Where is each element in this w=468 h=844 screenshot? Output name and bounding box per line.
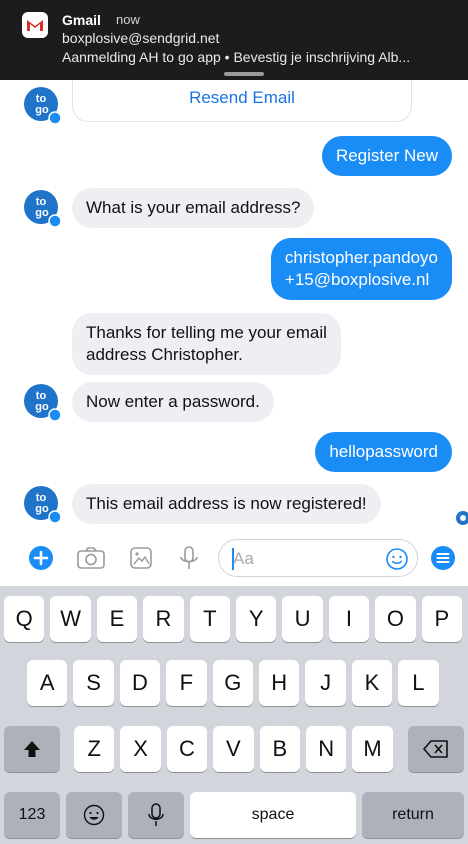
key-m[interactable]: M <box>352 726 393 772</box>
key-d[interactable]: D <box>119 660 161 706</box>
bot-avatar: to go <box>24 486 62 524</box>
key-e[interactable]: E <box>96 596 138 642</box>
key-l[interactable]: L <box>398 660 439 706</box>
backspace-key[interactable] <box>408 726 464 772</box>
emoji-keyboard-key[interactable] <box>66 792 122 838</box>
key-v[interactable]: V <box>213 726 254 772</box>
message-composer <box>0 530 468 586</box>
key-k[interactable]: K <box>351 660 393 706</box>
key-t[interactable]: T <box>189 596 230 642</box>
emoji-icon[interactable] <box>385 547 409 571</box>
key-x[interactable]: X <box>120 726 161 772</box>
svg-text:go: go <box>35 401 49 413</box>
svg-text:go: go <box>35 104 49 116</box>
camera-icon[interactable] <box>76 545 106 571</box>
gmail-icon <box>22 12 48 38</box>
key-r[interactable]: R <box>143 596 184 642</box>
bot-avatar: to go <box>24 87 62 125</box>
key-j[interactable]: J <box>305 660 346 706</box>
svg-text:go: go <box>35 503 49 515</box>
notification-preview: Aanmelding AH to go app • Bevestig je in… <box>62 49 411 65</box>
bot-avatar: to go <box>24 190 62 228</box>
return-key[interactable]: return <box>362 792 464 838</box>
key-p[interactable]: P <box>421 596 462 642</box>
key-u[interactable]: U <box>282 596 323 642</box>
key-h[interactable]: H <box>259 660 300 706</box>
message-input[interactable] <box>233 548 383 570</box>
key-s[interactable]: S <box>73 660 114 706</box>
message-bot[interactable]: Now enter a password. <box>72 382 274 422</box>
notification-drag-handle[interactable] <box>224 72 264 76</box>
message-line: +15@boxplosive.nl <box>284 270 430 289</box>
message-user[interactable]: christopher.pandoyo +15@boxplosive.nl <box>270 238 452 300</box>
notification-banner[interactable]: Gmail now boxplosive@sendgrid.net Aanmel… <box>0 0 468 80</box>
microphone-icon[interactable] <box>176 545 202 571</box>
message-bot[interactable]: This email address is now registered! <box>72 484 381 524</box>
emoji-icon <box>83 804 105 826</box>
key-c[interactable]: C <box>166 726 208 772</box>
key-a[interactable]: A <box>27 660 68 706</box>
photo-icon[interactable] <box>128 545 154 571</box>
svg-text:go: go <box>35 207 49 219</box>
read-receipt-avatar <box>456 511 468 525</box>
key-w[interactable]: W <box>50 596 91 642</box>
key-b[interactable]: B <box>259 726 300 772</box>
numbers-key[interactable]: 123 <box>4 792 60 838</box>
notification-time: now <box>116 12 140 27</box>
message-bot[interactable]: What is your email address? <box>72 188 315 228</box>
shift-key[interactable] <box>4 726 60 772</box>
shift-icon <box>24 741 40 757</box>
chat-thread[interactable]: to go Resend Email Register New to go Wh… <box>0 80 468 530</box>
key-z[interactable]: Z <box>74 726 115 772</box>
bot-avatar: to go <box>24 384 62 422</box>
message-user[interactable]: hellopassword <box>315 432 452 472</box>
backspace-icon <box>423 740 448 758</box>
message-line: Thanks for telling me your email <box>86 323 327 342</box>
resend-email-button[interactable]: Resend Email <box>72 80 412 122</box>
message-line: address Christopher. <box>86 345 243 364</box>
plus-icon[interactable] <box>28 545 54 571</box>
notification-sender: boxplosive@sendgrid.net <box>62 30 220 46</box>
menu-icon[interactable] <box>430 545 456 571</box>
key-y[interactable]: Y <box>236 596 277 642</box>
space-key[interactable]: space <box>190 792 356 838</box>
notification-app-name: Gmail <box>62 12 101 28</box>
key-f[interactable]: F <box>166 660 207 706</box>
dictation-key[interactable] <box>128 792 184 838</box>
key-i[interactable]: I <box>328 596 370 642</box>
key-n[interactable]: N <box>306 726 347 772</box>
message-user[interactable]: Register New <box>321 136 452 176</box>
message-line: christopher.pandoyo <box>284 248 438 267</box>
key-q[interactable]: Q <box>4 596 45 642</box>
key-g[interactable]: G <box>212 660 253 706</box>
resend-email-label: Resend Email <box>189 88 295 107</box>
ios-keyboard: QWERTYUIOP ASDFGHJKL ZXCVBNM 123 space r… <box>0 586 468 844</box>
microphone-icon <box>148 803 164 826</box>
message-input-container[interactable] <box>218 539 418 577</box>
message-bot[interactable]: Thanks for telling me your email address… <box>72 313 341 375</box>
key-o[interactable]: O <box>375 596 416 642</box>
